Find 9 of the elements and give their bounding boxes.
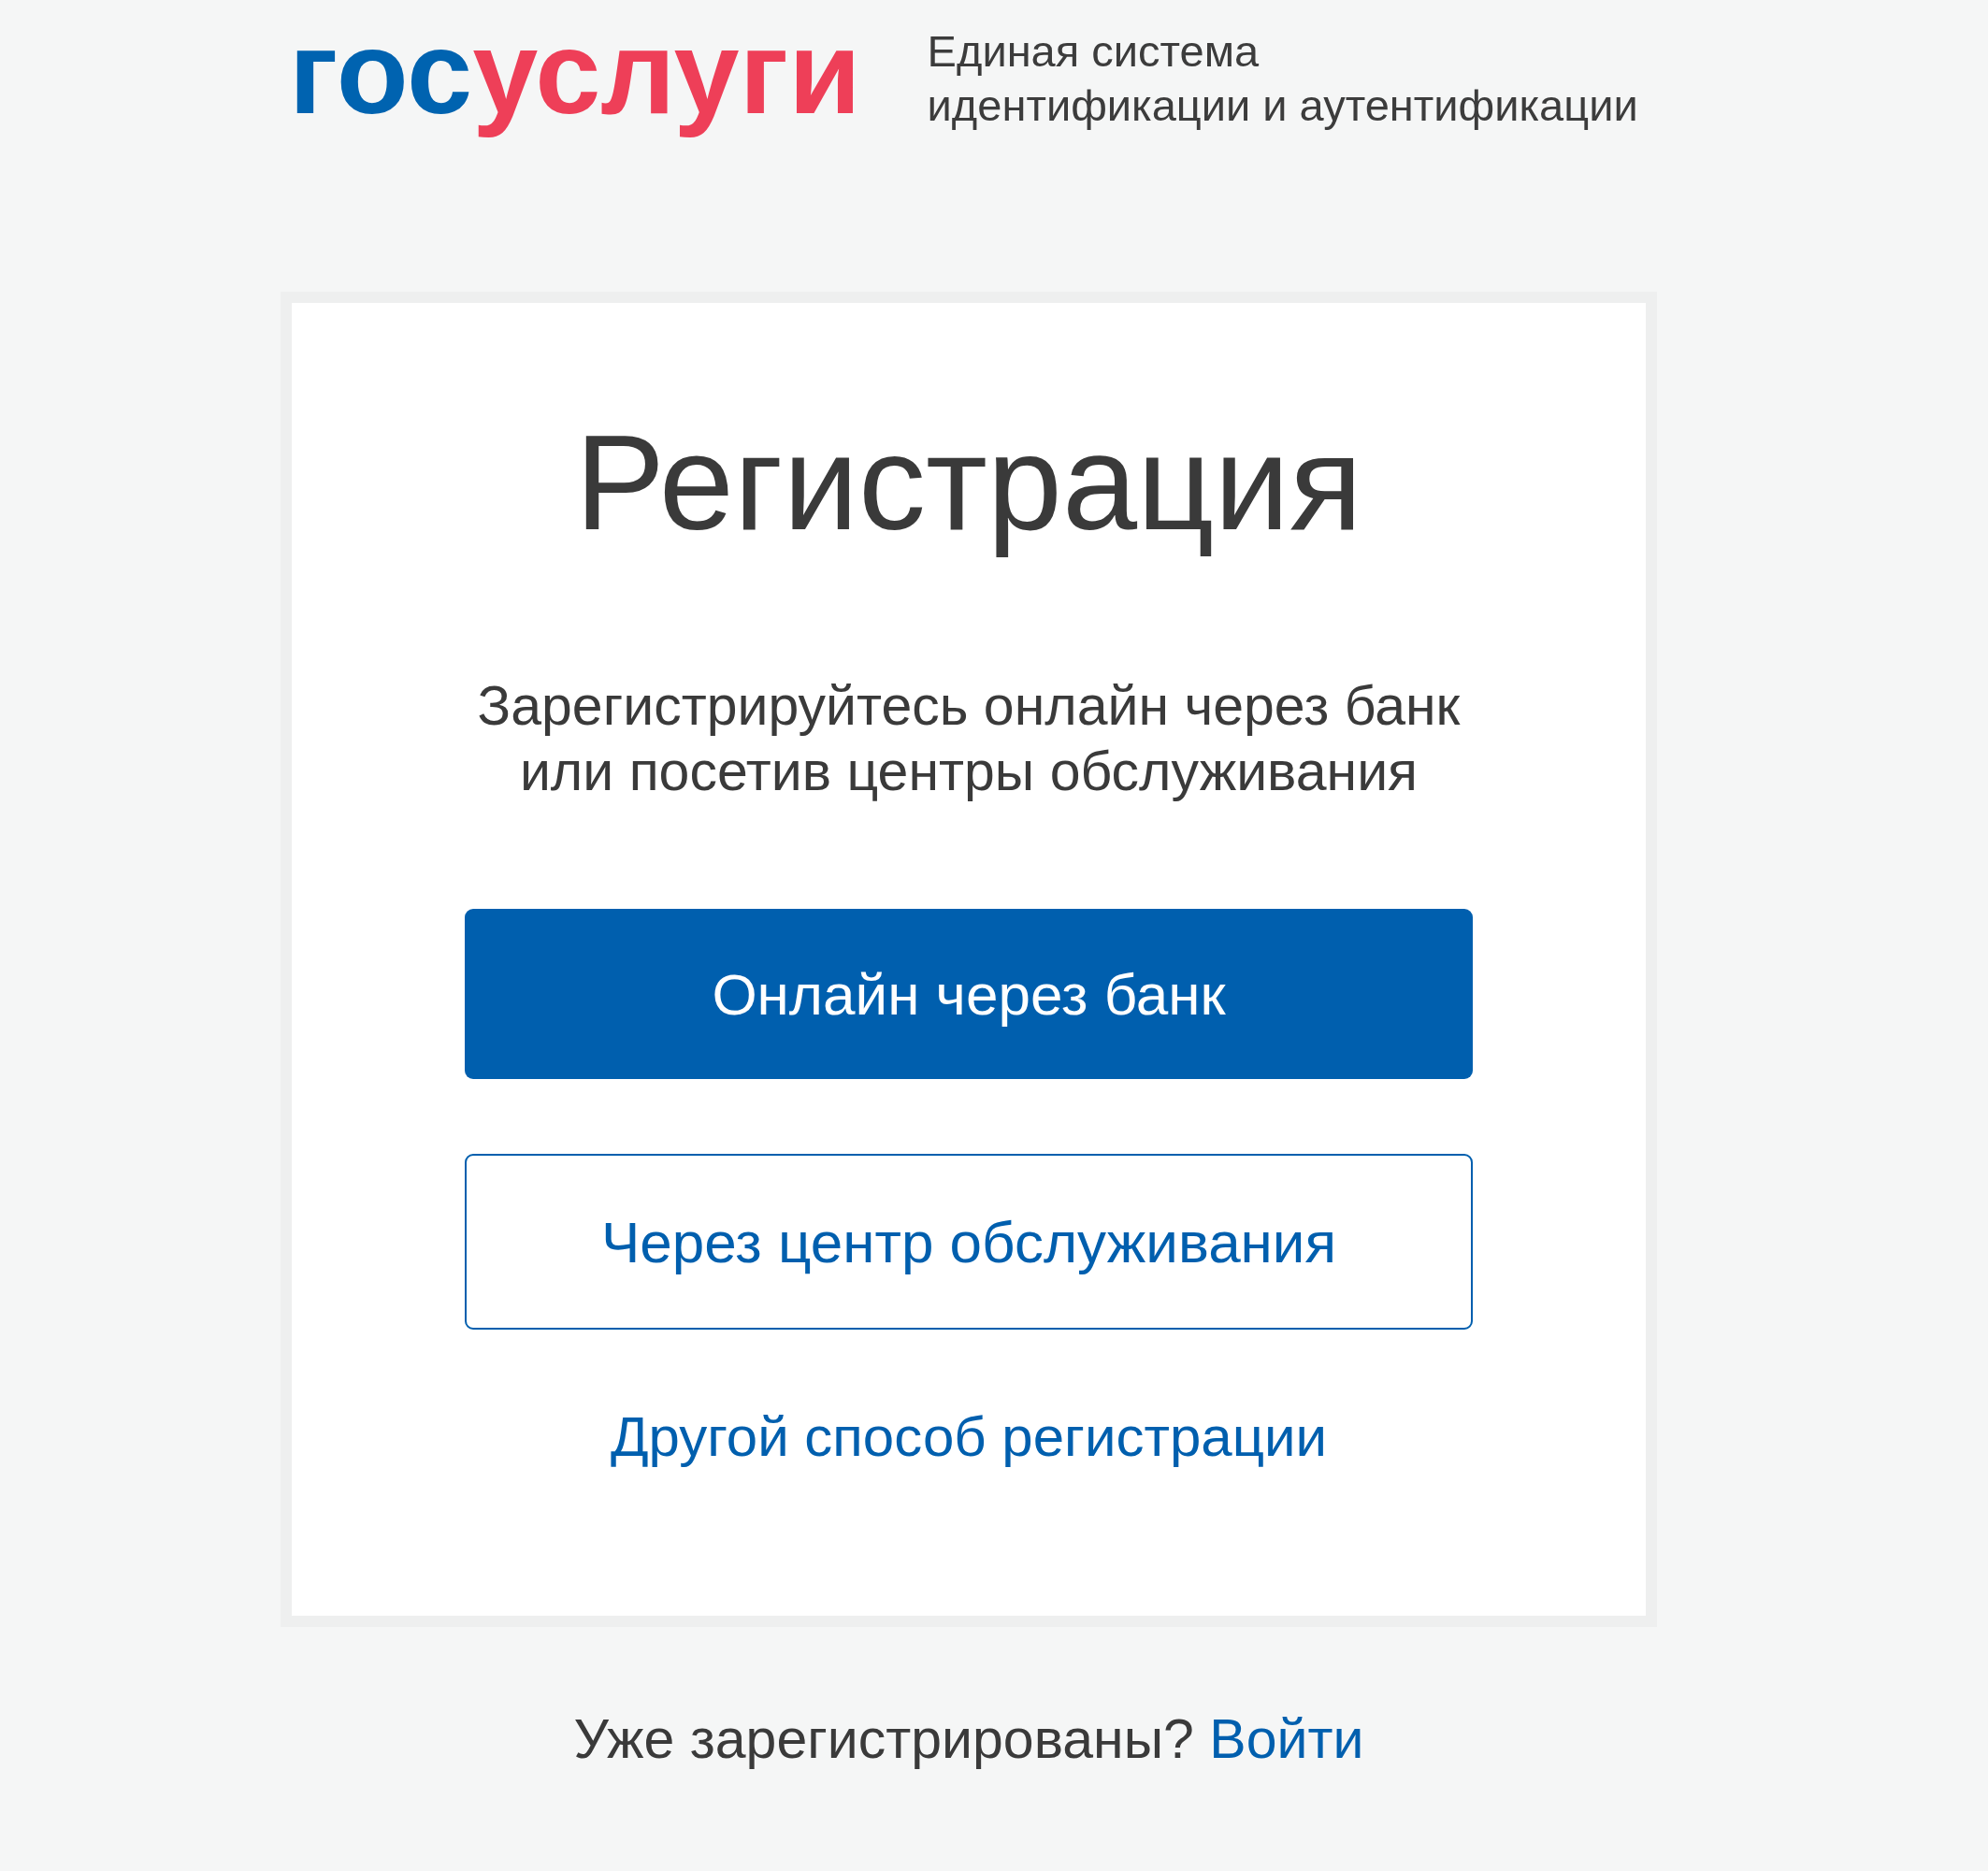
tagline-text: Единая система идентификации и аутентификации — [927, 25, 1638, 132]
other-method-link[interactable]: Другой способ регистрации — [610, 1404, 1328, 1470]
sign-in-prompt: Уже зарегистрированы? Войти — [573, 1707, 1364, 1772]
logo-wordmark: госуслуги — [289, 6, 861, 140]
service-center-button[interactable]: Через центр обслуживания — [465, 1154, 1473, 1330]
sign-in-link[interactable]: Войти — [1209, 1708, 1364, 1770]
page-title: Регистрация — [574, 407, 1363, 560]
subtitle-text: Зарегистрируйтесь онлайн через банк или посетив центры обслуживания — [476, 674, 1462, 804]
online-bank-button[interactable]: Онлайн через банк — [465, 909, 1473, 1079]
